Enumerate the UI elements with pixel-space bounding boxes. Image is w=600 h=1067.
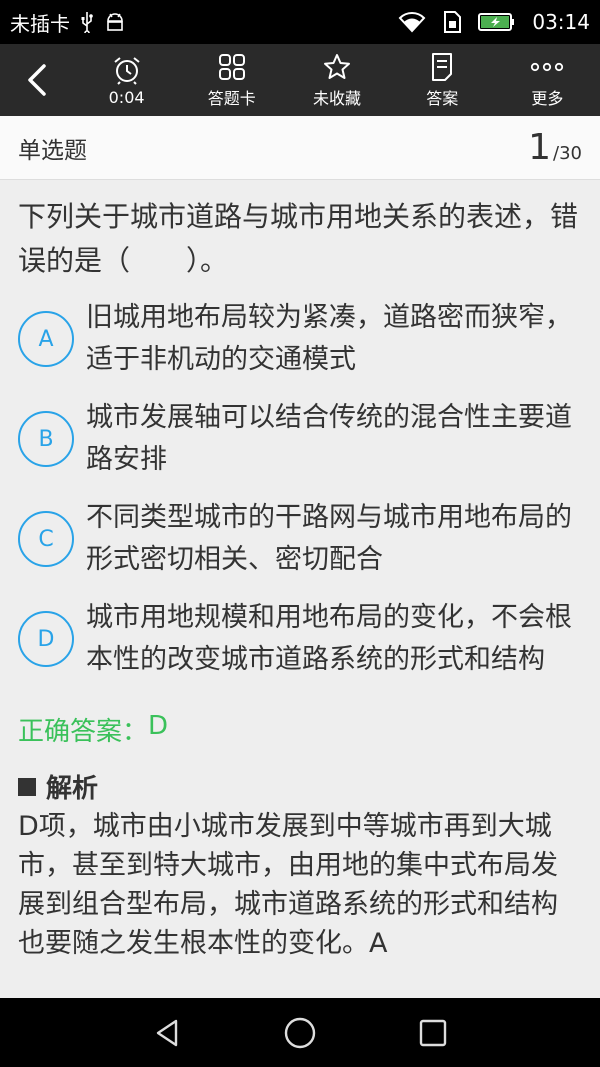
triangle-back-icon	[156, 1019, 177, 1046]
more-label: 更多	[531, 89, 564, 108]
option-c[interactable]: C 不同类型城市的干路网与城市用地布局的形式密切相关、密切配合	[18, 489, 582, 589]
nav-recents-button[interactable]	[403, 1003, 463, 1063]
answer-card-button[interactable]: 答题卡	[179, 44, 284, 116]
total-questions: /30	[553, 143, 582, 164]
document-icon	[432, 53, 453, 81]
correct-answer-label: 正确答案：	[18, 717, 149, 747]
battery-charging-icon	[478, 12, 516, 32]
answer-label: 答案	[426, 89, 459, 108]
nav-home-button[interactable]	[270, 1003, 330, 1063]
analysis-title: 解析	[46, 774, 99, 804]
timer-label: 0:04	[108, 87, 145, 107]
correct-answer: 正确答案： D	[18, 711, 582, 748]
option-letter: B	[18, 411, 74, 467]
option-text: 城市用地规模和用地布局的变化，不会根本性的改变城市道路系统的形式和结构	[86, 602, 572, 675]
square-recents-icon	[420, 1019, 447, 1046]
star-icon	[324, 54, 350, 79]
sim-icon	[442, 11, 462, 33]
wifi-icon	[398, 11, 426, 33]
option-b[interactable]: B 城市发展轴可以结合传统的混合性主要道路安排	[18, 389, 582, 489]
correct-answer-value: D	[148, 711, 169, 741]
alarm-clock-icon	[113, 56, 140, 85]
more-button[interactable]: 更多	[495, 44, 600, 116]
question-counter: 1 /30	[528, 127, 582, 168]
option-letter: A	[18, 311, 74, 367]
option-letter: D	[18, 611, 74, 667]
question-text: 下列关于城市道路与城市用地关系的表述，错误的是（ ）。	[18, 200, 579, 277]
square-bullet-icon	[18, 777, 36, 796]
carrier-label: 未插卡	[10, 11, 70, 36]
question-type: 单选题	[18, 137, 87, 164]
usb-icon	[80, 11, 94, 33]
toolbar: 0:04 答题卡 未收藏 答案 更多	[0, 44, 600, 116]
timer-button[interactable]: 0:04	[74, 44, 179, 116]
option-text: 旧城用地布局较为紧凑，道路密而狭窄，适于非机动的交通模式	[86, 302, 572, 375]
grid-icon	[218, 54, 245, 80]
back-button[interactable]	[0, 44, 74, 116]
option-text: 城市发展轴可以结合传统的混合性主要道路安排	[86, 402, 572, 475]
question-content[interactable]: 下列关于城市道路与城市用地关系的表述，错误的是（ ）。 A 旧城用地布局较为紧凑…	[0, 181, 600, 998]
favorite-button[interactable]: 未收藏	[284, 44, 389, 116]
more-dots-icon	[531, 62, 564, 72]
circle-home-icon	[284, 1017, 316, 1048]
status-bar: 未插卡 03:14	[0, 0, 600, 44]
options-list: A 旧城用地布局较为紧凑，道路密而狭窄，适于非机动的交通模式 B 城市发展轴可以…	[18, 289, 582, 689]
clock: 03:14	[532, 10, 590, 34]
nav-back-button[interactable]	[137, 1003, 197, 1063]
answer-card-label: 答题卡	[207, 89, 256, 108]
chevron-left-icon	[28, 64, 46, 96]
option-d[interactable]: D 城市用地规模和用地布局的变化，不会根本性的改变城市道路系统的形式和结构	[18, 589, 582, 689]
option-letter: C	[18, 511, 74, 567]
option-a[interactable]: A 旧城用地布局较为紧凑，道路密而狭窄，适于非机动的交通模式	[18, 289, 582, 389]
option-text: 不同类型城市的干路网与城市用地布局的形式密切相关、密切配合	[86, 502, 572, 575]
question-header: 单选题 1 /30	[0, 116, 600, 180]
android-debug-icon	[104, 12, 126, 32]
analysis-heading: 解析	[18, 768, 582, 805]
analysis-text: D项，城市由小城市发展到中等城市再到大城市，甚至到特大城市，由用地的集中式布局发…	[18, 811, 558, 959]
current-question-number: 1	[528, 127, 552, 168]
favorite-label: 未收藏	[313, 89, 362, 108]
answer-button[interactable]: 答案	[390, 44, 495, 116]
system-nav-bar	[0, 998, 600, 1067]
